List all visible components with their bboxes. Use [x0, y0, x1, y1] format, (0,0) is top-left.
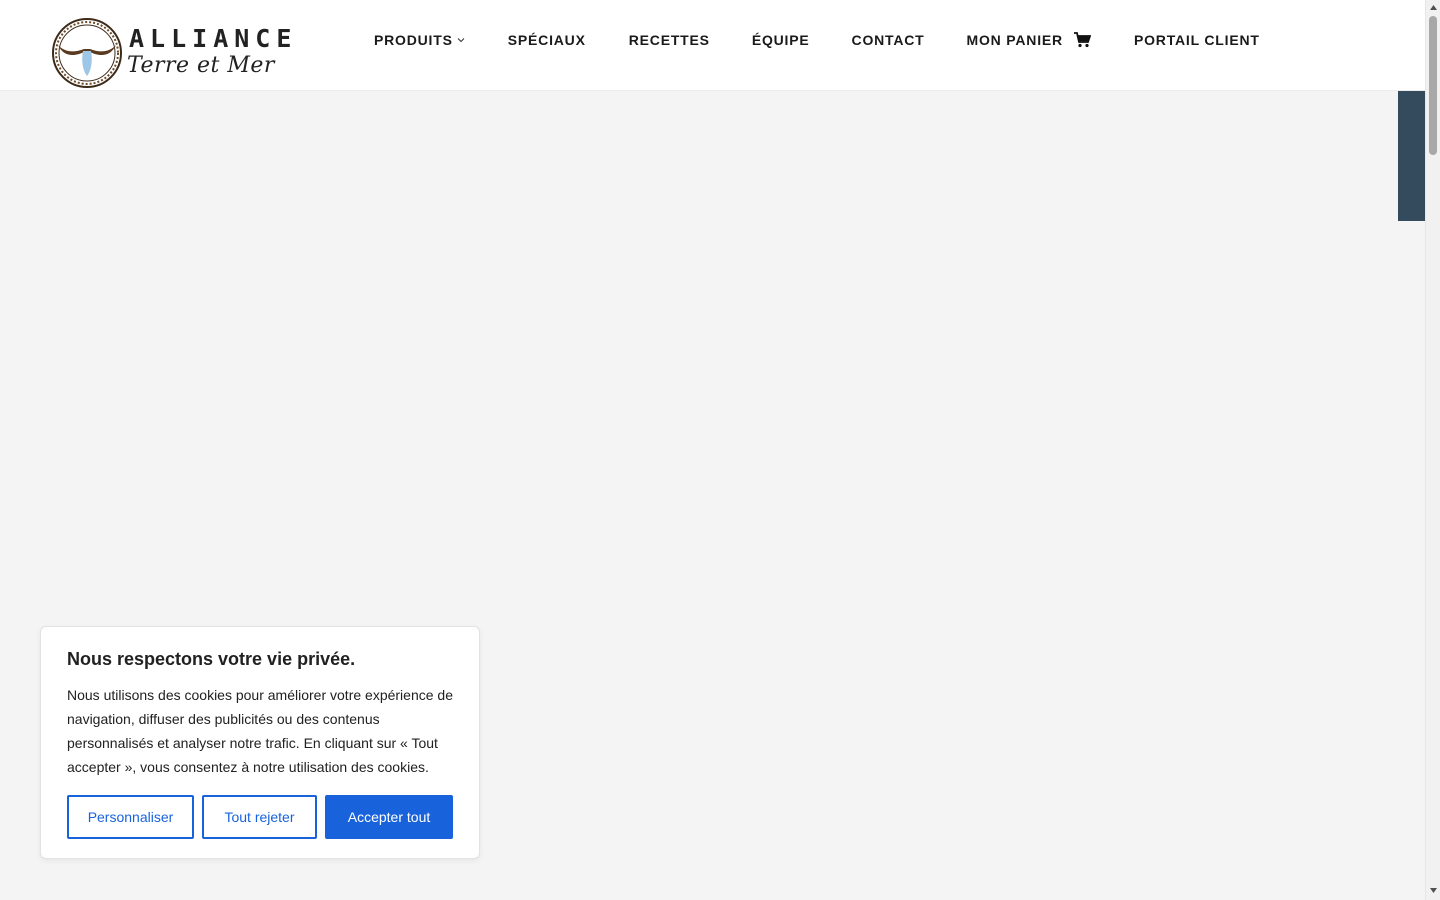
nav-item-recettes[interactable]: RECETTES [629, 32, 710, 48]
chevron-down-icon [457, 38, 465, 43]
cookie-consent-banner: Nous respectons votre vie privée. Nous u… [40, 626, 480, 859]
nav-item-portail-client[interactable]: PORTAIL CLIENT [1134, 32, 1260, 48]
accept-all-button[interactable]: Accepter tout [325, 795, 453, 839]
scroll-up-arrow-icon[interactable] [1429, 3, 1438, 12]
cookie-banner-title: Nous respectons votre vie privée. [67, 649, 356, 669]
cart-icon [1073, 32, 1091, 48]
nav-item-label: SPÉCIAUX [507, 32, 586, 48]
side-tab[interactable] [1398, 91, 1425, 221]
nav-item-label: PRODUITS [374, 32, 453, 48]
nav-item-contact[interactable]: CONTACT [852, 32, 925, 48]
page-scrollbar[interactable] [1425, 0, 1440, 900]
nav-item-label: MON PANIER [966, 32, 1063, 48]
nav-item-produits[interactable]: PRODUITS [374, 32, 465, 48]
scrollbar-thumb[interactable] [1429, 16, 1437, 155]
nav-item-label: RECETTES [628, 32, 710, 48]
nav-item-label: CONTACT [851, 32, 925, 48]
scroll-down-arrow-icon[interactable] [1429, 886, 1438, 895]
nav-item-label: PORTAIL CLIENT [1133, 32, 1260, 48]
site-logo[interactable]: ALLIANCE Terre et Mer [50, 16, 291, 90]
main-nav: PRODUITS SPÉCIAUX RECETTES ÉQUIPE CONTAC… [374, 30, 1260, 50]
nav-item-mon-panier[interactable]: MON PANIER [967, 32, 1091, 48]
cookie-banner-text: Nous utilisons des cookies pour améliore… [67, 687, 453, 775]
logo-emblem-icon [52, 18, 122, 88]
reject-all-button[interactable]: Tout rejeter [202, 795, 317, 839]
site-header: ALLIANCE Terre et Mer PRODUITS SPÉCIAUX … [0, 0, 1425, 91]
logo-tagline: Terre et Mer [127, 53, 275, 78]
nav-item-speciaux[interactable]: SPÉCIAUX [508, 32, 586, 48]
nav-item-equipe[interactable]: ÉQUIPE [752, 32, 810, 48]
page: ALLIANCE Terre et Mer PRODUITS SPÉCIAUX … [0, 0, 1440, 900]
nav-item-label: ÉQUIPE [751, 32, 810, 48]
customize-button[interactable]: Personnaliser [67, 795, 194, 839]
logo-wordmark: ALLIANCE [129, 24, 298, 53]
